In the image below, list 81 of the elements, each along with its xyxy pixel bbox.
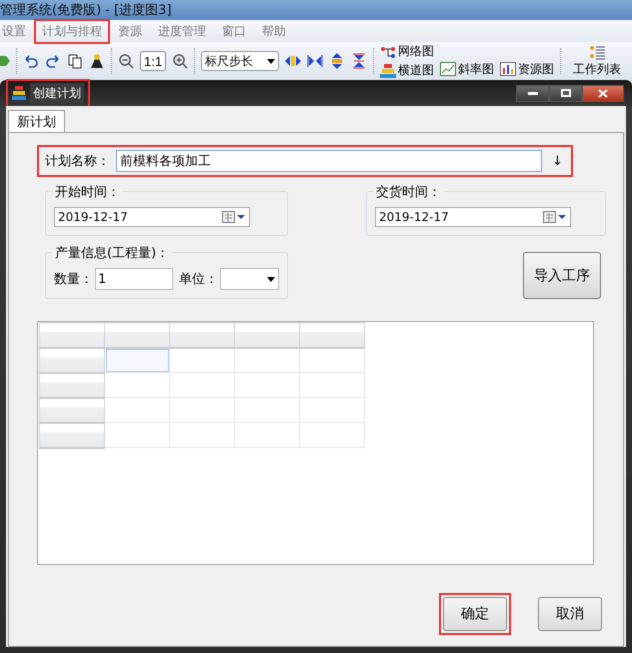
group-label: 产量信息(工程量)： bbox=[52, 244, 172, 262]
stacked-bars-icon bbox=[12, 86, 26, 100]
quantity-field[interactable]: 1 bbox=[95, 268, 173, 290]
grid-cell[interactable] bbox=[104, 422, 170, 448]
group-label: 开始时间： bbox=[52, 183, 123, 201]
menu-item[interactable]: 设置 bbox=[0, 18, 34, 44]
calendar-dropdown-icon bbox=[222, 211, 246, 223]
menu-item[interactable]: 计划与排程 bbox=[34, 18, 110, 44]
date-picker[interactable]: 2019-12-17 bbox=[375, 207, 571, 227]
shrink-vertical-icon[interactable] bbox=[351, 53, 368, 69]
stacked-bars-icon bbox=[380, 64, 396, 78]
window-title: 管理系统(免费版) - [进度图3] bbox=[0, 2, 172, 19]
field-label: 计划名称： bbox=[45, 153, 110, 170]
line-chart-icon bbox=[440, 62, 456, 76]
unit-dropdown[interactable] bbox=[220, 268, 279, 290]
network-icon bbox=[380, 46, 396, 58]
dropdown-arrow-icon bbox=[267, 58, 276, 64]
row-header[interactable] bbox=[40, 422, 104, 448]
actual-size-button[interactable]: 1:1 bbox=[140, 51, 166, 71]
menu-item[interactable]: 帮助 bbox=[254, 18, 294, 44]
dialog-button[interactable]: 取消 bbox=[538, 597, 602, 631]
import-process-button[interactable]: 导入工序 bbox=[523, 252, 601, 299]
network-chart-button[interactable]: 网络图 bbox=[380, 43, 434, 60]
plan-name-field[interactable]: 前模料各项加工 bbox=[116, 150, 542, 172]
group-label: 交货时间： bbox=[373, 183, 444, 201]
person-icon[interactable] bbox=[89, 53, 105, 69]
maximize-button[interactable] bbox=[549, 84, 582, 102]
row-header[interactable] bbox=[40, 398, 104, 422]
dialog-title: 创建计划 bbox=[30, 82, 84, 104]
grid-cell[interactable] bbox=[170, 348, 234, 372]
maximize-icon bbox=[560, 89, 570, 97]
grid-cell[interactable] bbox=[170, 422, 234, 448]
menu-item[interactable]: 窗口 bbox=[214, 18, 254, 44]
redo-icon[interactable] bbox=[45, 53, 61, 69]
unit-label: 单位： bbox=[179, 271, 218, 288]
list-icon bbox=[589, 44, 606, 60]
minimize-button[interactable] bbox=[516, 84, 549, 102]
grid-cell[interactable] bbox=[300, 422, 364, 448]
grid-cell[interactable] bbox=[234, 372, 300, 398]
row-header[interactable] bbox=[40, 372, 104, 398]
calendar-dropdown-icon bbox=[543, 211, 567, 223]
grid-cell[interactable] bbox=[234, 398, 300, 422]
work-list-button[interactable]: 工作列表 bbox=[573, 44, 622, 78]
bar-chart-icon bbox=[500, 62, 516, 76]
grid-cell[interactable] bbox=[104, 398, 170, 422]
menu-item[interactable]: 资源 bbox=[110, 18, 150, 44]
grid-cell[interactable] bbox=[300, 398, 364, 422]
grid-cell[interactable] bbox=[170, 372, 234, 398]
quantity-label: 数量： bbox=[54, 271, 93, 288]
column-header[interactable] bbox=[40, 322, 104, 348]
tab[interactable]: 新计划 bbox=[8, 110, 65, 132]
grid-cell[interactable] bbox=[300, 348, 364, 372]
column-header[interactable] bbox=[300, 322, 364, 348]
zoom-out-icon[interactable] bbox=[118, 53, 134, 69]
date-picker[interactable]: 2019-12-17 bbox=[54, 207, 250, 227]
dropdown-arrow-icon bbox=[267, 276, 275, 282]
expand-horizontal-icon[interactable] bbox=[285, 53, 302, 69]
copy-icon[interactable] bbox=[67, 53, 83, 69]
grid-cell[interactable] bbox=[300, 372, 364, 398]
arrow-button[interactable]: ↓ bbox=[552, 154, 563, 168]
close-button[interactable] bbox=[582, 84, 624, 102]
column-header[interactable] bbox=[104, 322, 170, 348]
grid-cell[interactable] bbox=[170, 398, 234, 422]
row-header[interactable] bbox=[40, 348, 104, 372]
slope-chart-button[interactable]: 斜率图 bbox=[440, 60, 494, 78]
grid-cell[interactable] bbox=[104, 372, 170, 398]
gantt-chart-button[interactable]: 横道图 bbox=[380, 62, 434, 79]
menu-item[interactable]: 进度管理 bbox=[150, 18, 214, 44]
zoom-in-icon[interactable] bbox=[172, 53, 188, 69]
grid-cell[interactable] bbox=[234, 348, 300, 372]
ruler-step-dropdown[interactable]: 标尺步长 bbox=[201, 51, 280, 71]
column-header[interactable] bbox=[234, 322, 300, 348]
grid-cell[interactable] bbox=[104, 348, 170, 372]
minimize-icon bbox=[528, 91, 538, 95]
shrink-horizontal-icon[interactable] bbox=[307, 53, 324, 69]
column-header[interactable] bbox=[170, 322, 234, 348]
dialog-button[interactable]: 确定 bbox=[443, 597, 507, 631]
resource-chart-button[interactable]: 资源图 bbox=[500, 60, 554, 78]
grid-cell[interactable] bbox=[234, 422, 300, 448]
undo-icon[interactable] bbox=[23, 53, 39, 69]
close-icon bbox=[598, 88, 608, 98]
